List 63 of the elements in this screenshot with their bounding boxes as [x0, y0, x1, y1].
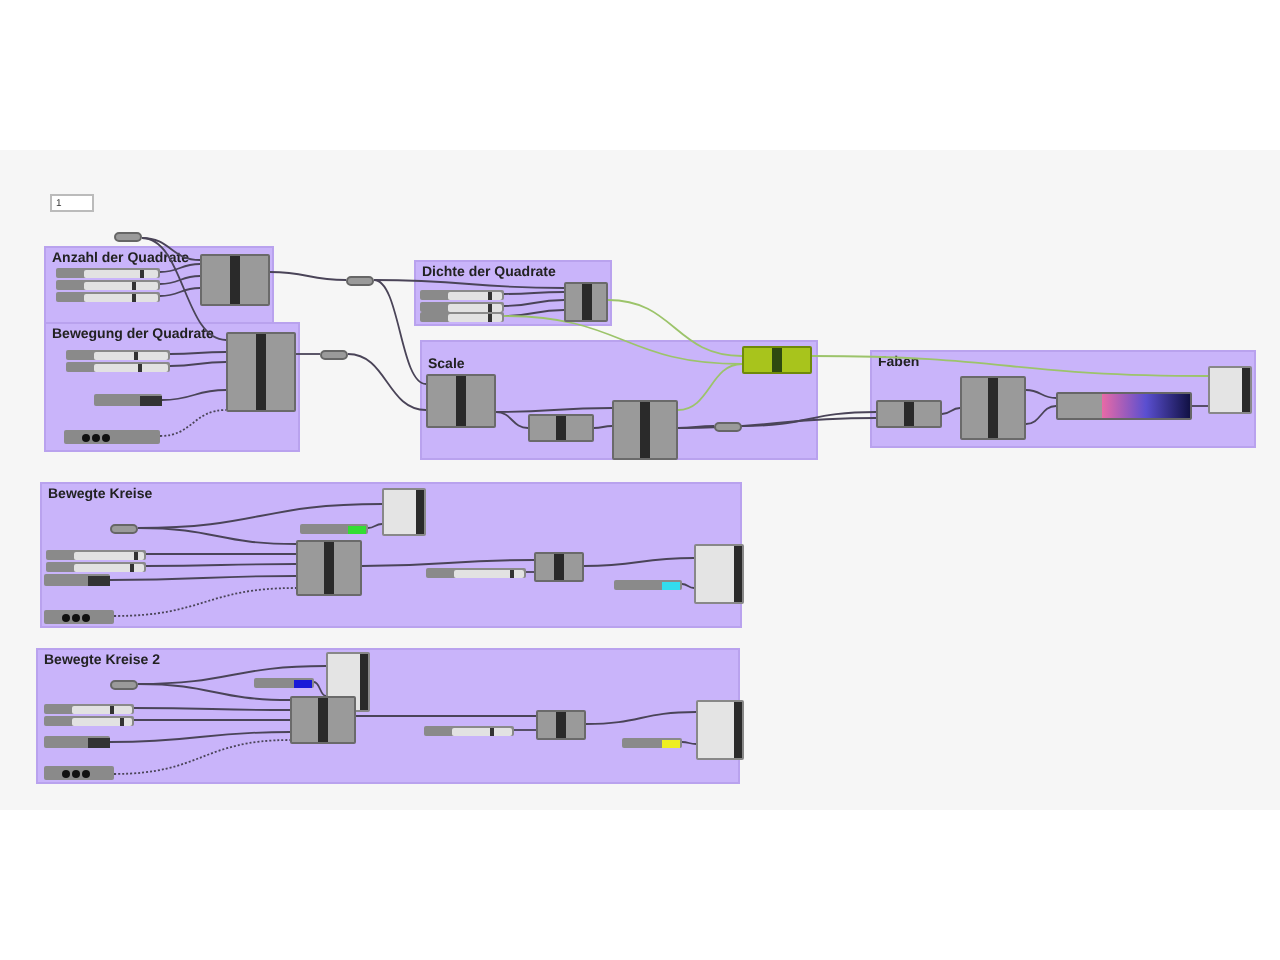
- relay-node[interactable]: [110, 680, 138, 690]
- swatch-colour[interactable]: [348, 525, 366, 533]
- slider-thumb[interactable]: [131, 293, 136, 301]
- swatch-colour[interactable]: [294, 679, 312, 687]
- relay-node[interactable]: [320, 350, 348, 360]
- component-node[interactable]: [876, 400, 942, 428]
- preview-node[interactable]: [382, 488, 426, 536]
- component-node[interactable]: [612, 400, 678, 460]
- gradient-bar[interactable]: [1102, 394, 1190, 418]
- relay-node[interactable]: [110, 524, 138, 534]
- number-slider[interactable]: [56, 292, 160, 302]
- number-slider[interactable]: [46, 562, 146, 572]
- slider-thumb[interactable]: [509, 569, 514, 577]
- slider-thumb[interactable]: [487, 313, 492, 321]
- boolean-toggle[interactable]: [44, 574, 110, 586]
- relay-node[interactable]: [114, 232, 142, 242]
- slider-thumb[interactable]: [131, 281, 136, 289]
- slider-thumb[interactable]: [129, 563, 134, 571]
- number-slider[interactable]: [420, 290, 504, 300]
- gradient-node[interactable]: [1056, 392, 1192, 420]
- slider-thumb[interactable]: [487, 303, 492, 311]
- component-node[interactable]: [960, 376, 1026, 440]
- number-slider[interactable]: [56, 280, 160, 290]
- slider-thumb[interactable]: [487, 291, 492, 299]
- number-slider[interactable]: [420, 312, 504, 322]
- preview-node[interactable]: [1208, 366, 1252, 414]
- number-slider[interactable]: [66, 350, 170, 360]
- component-node[interactable]: [528, 414, 594, 442]
- number-slider[interactable]: [44, 716, 134, 726]
- number-slider[interactable]: [426, 568, 526, 578]
- colour-swatch[interactable]: [254, 678, 314, 688]
- slider-thumb[interactable]: [139, 269, 144, 277]
- number-slider[interactable]: [66, 362, 170, 372]
- component-node[interactable]: [536, 710, 586, 740]
- timer[interactable]: [44, 766, 114, 780]
- preview-node[interactable]: [696, 700, 744, 760]
- boolean-toggle[interactable]: [44, 736, 110, 748]
- colour-swatch[interactable]: [614, 580, 682, 590]
- number-slider[interactable]: [420, 302, 504, 312]
- component-node[interactable]: [564, 282, 608, 322]
- timer[interactable]: [64, 430, 160, 444]
- timer[interactable]: [44, 610, 114, 624]
- component-node[interactable]: [290, 696, 356, 744]
- slider-thumb[interactable]: [134, 351, 139, 359]
- slider-thumb[interactable]: [138, 363, 143, 371]
- number-slider[interactable]: [56, 268, 160, 278]
- component-node[interactable]: [226, 332, 296, 412]
- component-node[interactable]: [742, 346, 812, 374]
- number-slider[interactable]: [424, 726, 514, 736]
- boolean-toggle[interactable]: [94, 394, 162, 406]
- swatch-colour[interactable]: [662, 739, 680, 747]
- component-node[interactable]: [296, 540, 362, 596]
- number-slider[interactable]: [44, 704, 134, 714]
- relay-node[interactable]: [714, 422, 742, 432]
- component-node[interactable]: [200, 254, 270, 306]
- component-node[interactable]: [426, 374, 496, 428]
- relay-node[interactable]: [346, 276, 374, 286]
- swatch-colour[interactable]: [662, 581, 680, 589]
- colour-swatch[interactable]: [300, 524, 368, 534]
- colour-swatch[interactable]: [622, 738, 682, 748]
- number-slider[interactable]: [46, 550, 146, 560]
- preview-node[interactable]: [694, 544, 744, 604]
- component-node[interactable]: [534, 552, 584, 582]
